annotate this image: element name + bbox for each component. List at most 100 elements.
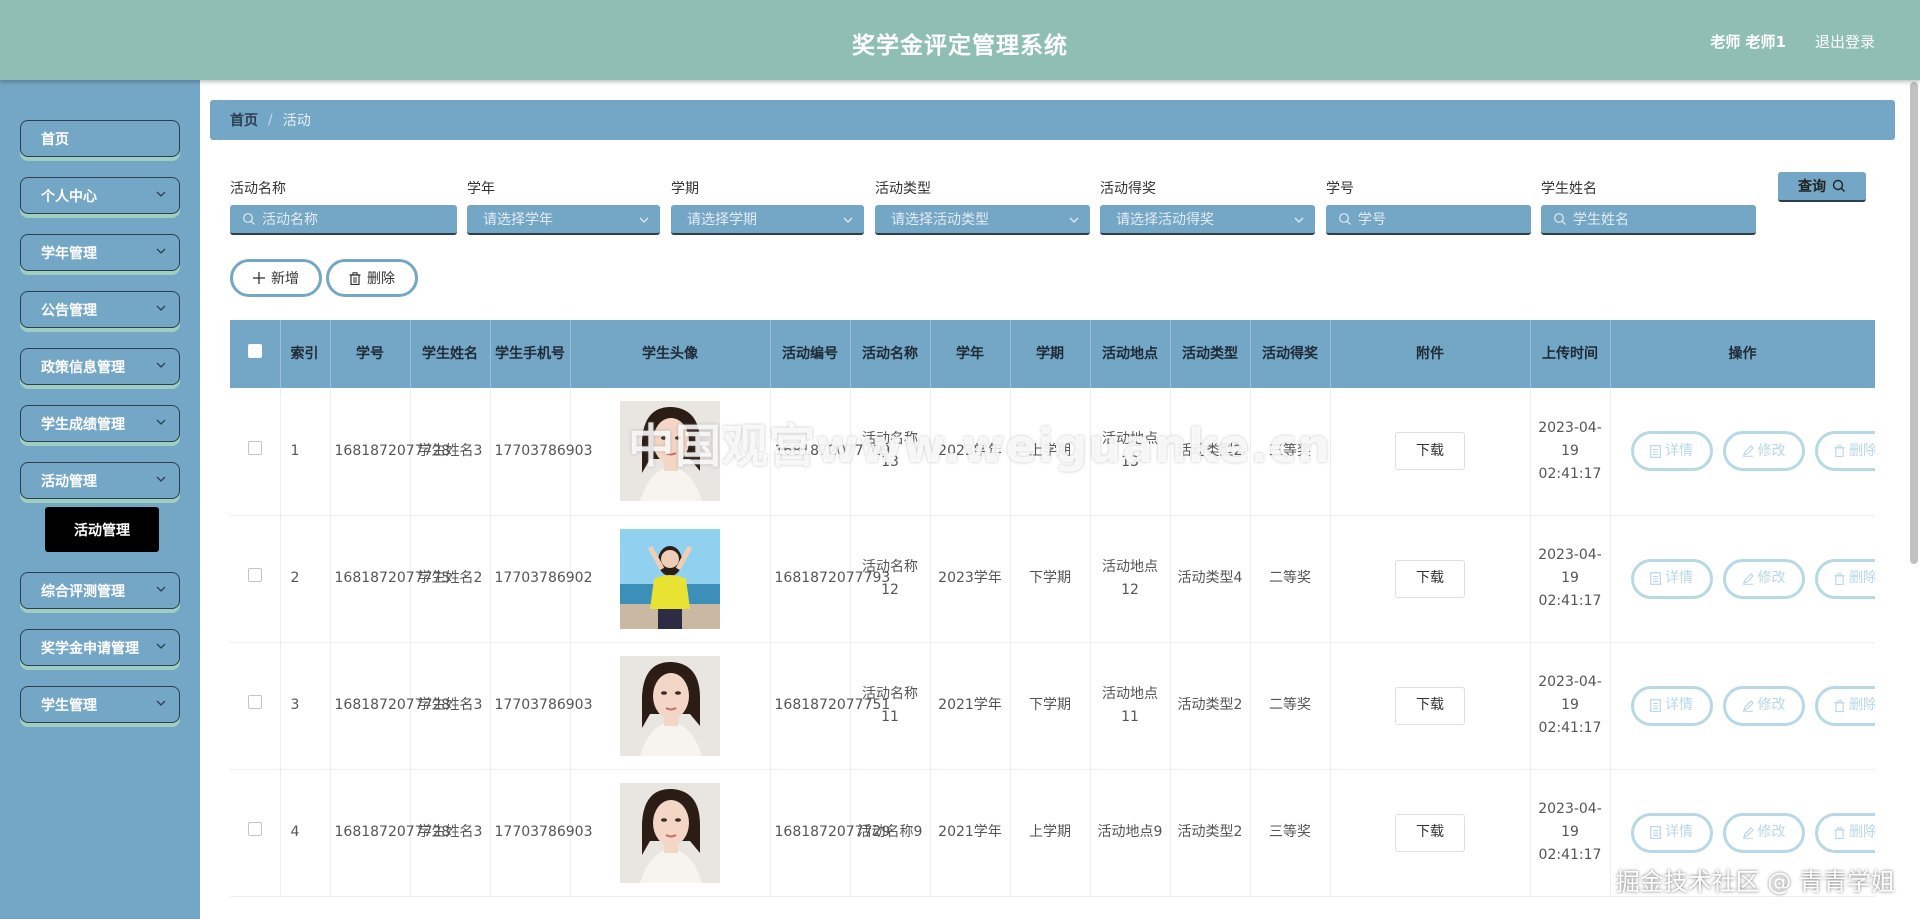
filter-select[interactable]: 请选择活动得奖 <box>1100 205 1315 235</box>
row-checkbox[interactable] <box>247 568 262 582</box>
column-header: 活动地点 <box>1090 320 1171 388</box>
sidebar-item-label: 首页 <box>41 131 69 148</box>
chevron-down-icon <box>156 476 166 482</box>
cell-index: 4 <box>280 769 331 897</box>
column-header: 学生手机号 <box>490 320 571 388</box>
edit-button[interactable]: 修改 <box>1722 812 1805 853</box>
download-button[interactable]: 下载 <box>1395 559 1465 598</box>
delete-button[interactable]: 删除 <box>326 259 418 297</box>
attachment-cell: 下载 <box>1330 642 1531 770</box>
document-icon <box>1650 826 1661 839</box>
filter-label: 学生姓名 <box>1541 181 1597 197</box>
cell-term: 上学期 <box>1010 769 1091 897</box>
detail-button[interactable]: 详情 <box>1630 431 1713 472</box>
sidebar-item[interactable]: 学生管理 <box>20 686 180 723</box>
column-header: 学生姓名 <box>410 320 491 388</box>
cell-upload-time: 2023-04-19 02:41:17 <box>1530 515 1611 643</box>
cell-location: 活动地点12 <box>1090 515 1171 643</box>
avatar-cell <box>570 388 771 516</box>
row-delete-button[interactable]: 删除 <box>1814 431 1875 472</box>
cell-index: 2 <box>280 515 331 643</box>
column-header: 附件 <box>1330 320 1531 388</box>
sidebar-item-label: 公告管理 <box>41 302 97 319</box>
cell-student-id: 1681872077728 <box>330 388 450 516</box>
sidebar-item[interactable]: 政策信息管理 <box>20 348 180 385</box>
filter-input[interactable]: 学号 <box>1326 205 1531 235</box>
row-delete-button[interactable]: 删除 <box>1814 812 1875 853</box>
breadcrumb-home[interactable]: 首页 <box>230 110 258 130</box>
row-delete-button[interactable]: 删除 <box>1814 558 1875 599</box>
filter-select[interactable]: 请选择学年 <box>467 205 660 235</box>
download-button[interactable]: 下载 <box>1395 813 1465 852</box>
table-body: 1 1681872077728 学生姓名3 17703786903 1681872077… <box>230 388 1875 897</box>
cell-type: 活动类型2 <box>1170 769 1251 897</box>
cell-type: 活动类型4 <box>1170 515 1251 643</box>
operations-cell: 详情 修改 删除 <box>1610 769 1875 897</box>
chevron-down-icon <box>156 191 166 197</box>
cell-year: 2021学年 <box>930 769 1011 897</box>
row-checkbox[interactable] <box>247 695 262 709</box>
submenu-item-activity[interactable]: 活动管理 <box>45 507 159 552</box>
cell-upload-time: 2023-04-19 02:41:17 <box>1530 388 1611 516</box>
chevron-down-icon <box>843 217 853 223</box>
sidebar-item[interactable]: 首页 <box>20 120 180 157</box>
op-label: 修改 <box>1757 824 1786 840</box>
column-header: 活动编号 <box>770 320 851 388</box>
filter-label: 学号 <box>1326 181 1354 197</box>
row-operations: 详情 修改 删除 <box>1615 812 1875 853</box>
cell-year: 2021学年 <box>930 642 1011 770</box>
sidebar-item[interactable]: 学生成绩管理 <box>20 405 180 442</box>
filter-input[interactable]: 学生姓名 <box>1541 205 1756 235</box>
edit-button[interactable]: 修改 <box>1722 558 1805 599</box>
sidebar-item-label: 学生管理 <box>41 697 97 714</box>
add-button[interactable]: 新增 <box>230 259 322 297</box>
trash-icon <box>1834 572 1845 585</box>
column-header: 活动名称 <box>850 320 931 388</box>
activity-table: 索引 学号 学生姓名 学生手机号 学生头像 活动编号 活动名称 学年 学期 活动地点 活动类型 活动得… <box>230 320 1875 897</box>
column-header: 活动得奖 <box>1250 320 1331 388</box>
sidebar-item[interactable]: 个人中心 <box>20 177 180 214</box>
row-operations: 详情 修改 删除 <box>1615 431 1875 472</box>
query-button[interactable]: 查询 <box>1778 172 1866 202</box>
sidebar-item[interactable]: 综合评测管理 <box>20 572 180 609</box>
sidebar-item-label: 学年管理 <box>41 245 97 262</box>
sidebar-item[interactable]: 学年管理 <box>20 234 180 271</box>
filter-placeholder: 活动名称 <box>262 212 318 228</box>
row-delete-button[interactable]: 删除 <box>1814 685 1875 726</box>
chevron-down-icon <box>156 362 166 368</box>
cell-term: 下学期 <box>1010 515 1091 643</box>
edit-button[interactable]: 修改 <box>1722 431 1805 472</box>
sidebar-item-label: 奖学金申请管理 <box>41 640 139 657</box>
page-scrollbar[interactable] <box>1910 82 1918 564</box>
sidebar-item-label: 综合评测管理 <box>41 583 125 600</box>
avatar-cell <box>570 769 771 897</box>
app-title: 奖学金评定管理系统 <box>852 33 1068 59</box>
breadcrumb-current: 活动 <box>282 113 311 129</box>
sidebar: 首页 个人中心 学年管理 公告管理 政策信息管理 学生成绩管理 活动管理 综合评测管理 奖学金申… <box>0 80 200 919</box>
detail-button[interactable]: 详情 <box>1630 812 1713 853</box>
sidebar-item[interactable]: 奖学金申请管理 <box>20 629 180 666</box>
sidebar-item[interactable]: 活动管理 <box>20 462 180 499</box>
download-button[interactable]: 下载 <box>1395 432 1465 471</box>
row-checkbox[interactable] <box>247 822 262 836</box>
cell-phone: 17703786903 <box>490 769 592 897</box>
filter-input[interactable]: 活动名称 <box>230 205 457 235</box>
detail-button[interactable]: 详情 <box>1630 558 1713 599</box>
chevron-down-icon <box>156 643 166 649</box>
row-checkbox[interactable] <box>247 440 262 455</box>
table-row: 1 1681872077728 学生姓名3 17703786903 1681872077… <box>230 388 1875 516</box>
sidebar-item[interactable]: 公告管理 <box>20 291 180 328</box>
detail-button[interactable]: 详情 <box>1630 685 1713 726</box>
op-label: 修改 <box>1757 442 1786 459</box>
filter-select[interactable]: 请选择活动类型 <box>875 205 1090 235</box>
cell-term: 上学期 <box>1010 388 1091 516</box>
select-all-checkbox[interactable] <box>247 343 262 358</box>
logout-link[interactable]: 退出登录 <box>1815 31 1875 52</box>
edit-button[interactable]: 修改 <box>1722 685 1805 726</box>
download-button[interactable]: 下载 <box>1395 686 1465 725</box>
cell-activity-id: 1681872077751 <box>770 642 890 770</box>
search-icon <box>1832 179 1845 192</box>
cell-activity-name: 活动名称9 <box>850 769 931 897</box>
filter-select[interactable]: 请选择学期 <box>671 205 864 235</box>
search-icon <box>243 213 255 225</box>
